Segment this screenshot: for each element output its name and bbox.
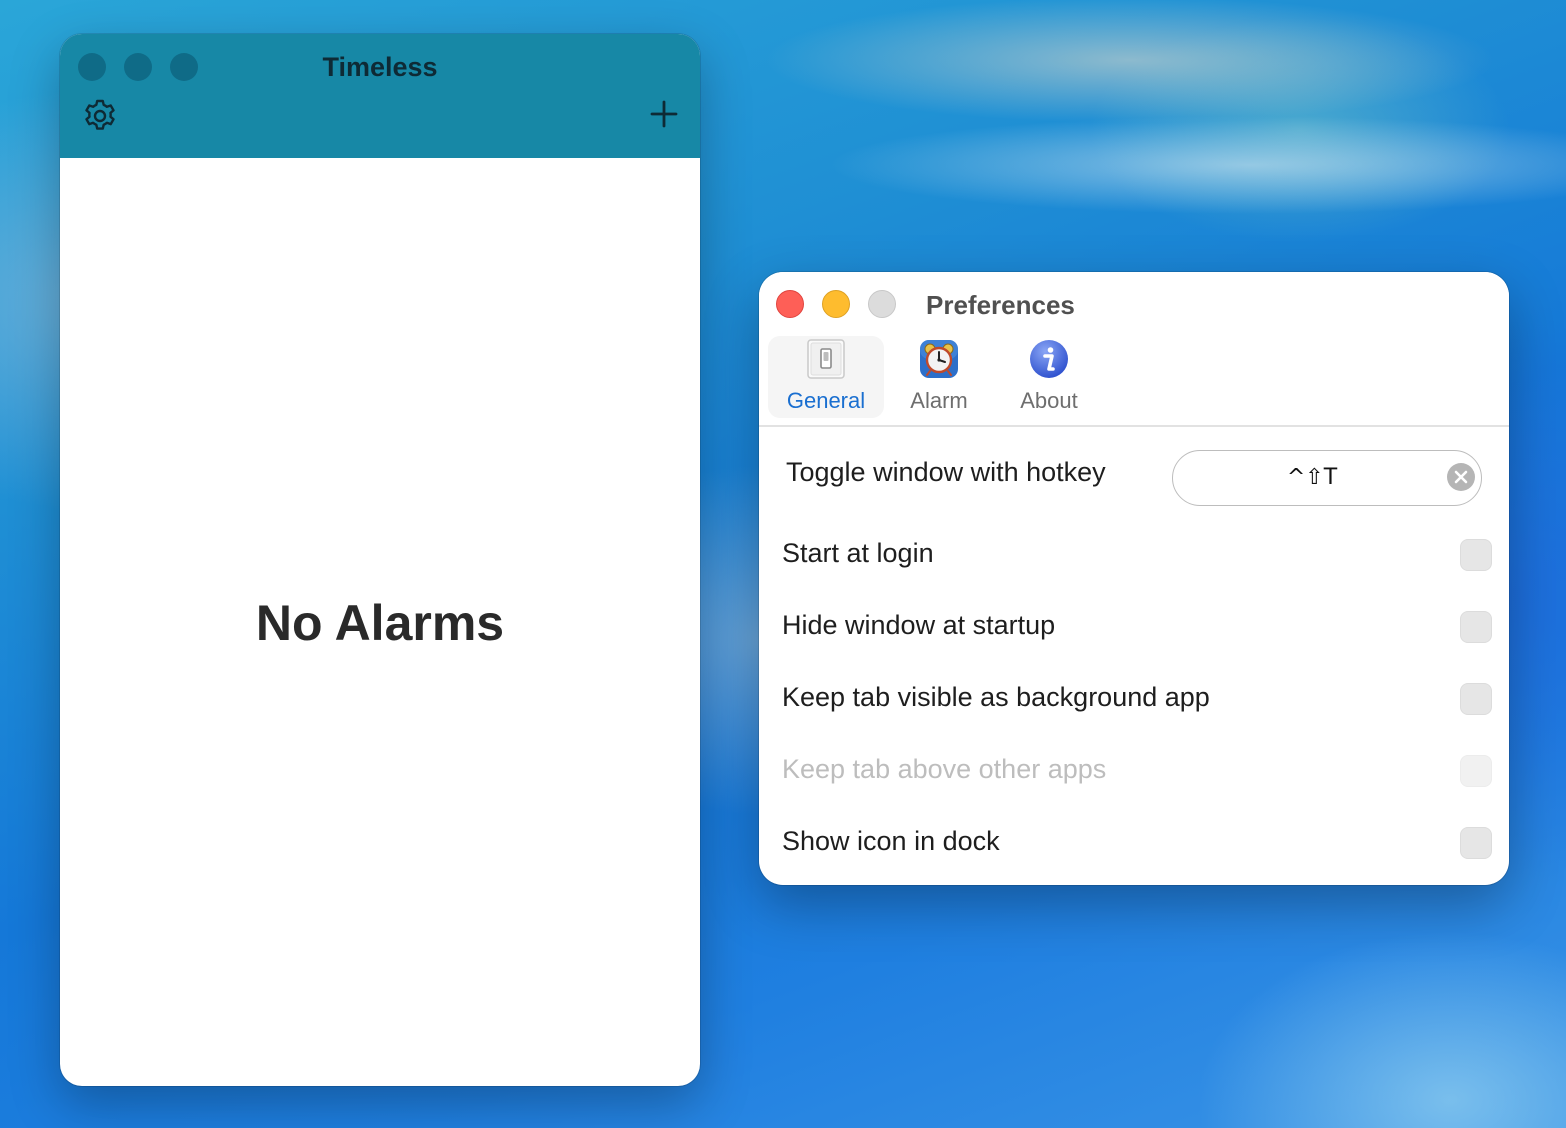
keep-tab-above-other-apps-checkbox <box>1460 755 1492 787</box>
timeless-window: Timeless No Alarms <box>60 34 700 1086</box>
gear-icon <box>85 99 115 130</box>
option-label: Keep tab above other apps <box>782 754 1107 784</box>
option-label: Hide window at startup <box>782 610 1056 640</box>
add-alarm-button[interactable] <box>644 94 684 134</box>
empty-state-message: No Alarms <box>255 595 505 651</box>
settings-button[interactable] <box>80 96 120 136</box>
hotkey-label: Toggle window with hotkey <box>786 457 1106 487</box>
alarm-clock-icon <box>920 340 958 378</box>
close-icon <box>1454 470 1468 484</box>
clear-hotkey-button[interactable] <box>1447 463 1475 491</box>
minimize-button[interactable] <box>822 290 850 318</box>
option-label: Show icon in dock <box>782 826 1000 856</box>
maximize-button[interactable] <box>868 290 896 318</box>
tab-label: General <box>786 388 866 413</box>
window-title: Timeless <box>322 52 438 82</box>
timeless-titlebar: Timeless <box>60 34 700 158</box>
option-keep-tab-visible: Keep tab visible as background app <box>782 674 1492 724</box>
tab-label: Alarm <box>910 388 968 413</box>
switch-icon <box>807 339 845 379</box>
option-start-at-login: Start at login <box>782 530 1492 580</box>
preferences-toolbar: Preferences General Alarm About <box>759 272 1509 427</box>
window-title: Preferences <box>926 290 1075 320</box>
keep-tab-visible-checkbox[interactable] <box>1460 683 1492 715</box>
tab-about[interactable]: About <box>999 336 1099 418</box>
show-icon-in-dock-checkbox[interactable] <box>1460 827 1492 859</box>
start-at-login-checkbox[interactable] <box>1460 539 1492 571</box>
plus-icon <box>650 100 678 128</box>
hotkey-recorder[interactable]: ^⇧T <box>1172 450 1482 506</box>
close-button[interactable] <box>776 290 804 318</box>
hotkey-row: Toggle window with hotkey ^⇧T <box>782 442 1492 506</box>
preferences-window: Preferences General Alarm About Toggle w… <box>759 272 1509 885</box>
hotkey-value: ^⇧T <box>1286 465 1338 490</box>
hide-window-at-startup-checkbox[interactable] <box>1460 611 1492 643</box>
option-keep-tab-above-other-apps: Keep tab above other apps <box>782 746 1492 796</box>
option-label: Start at login <box>782 538 934 568</box>
info-icon <box>1030 340 1068 378</box>
tab-alarm[interactable]: Alarm <box>891 336 987 418</box>
option-hide-window-at-startup: Hide window at startup <box>782 602 1492 652</box>
option-label: Keep tab visible as background app <box>782 682 1210 712</box>
tab-general[interactable]: General <box>768 336 884 418</box>
tab-label: About <box>1020 388 1078 413</box>
option-show-icon-in-dock: Show icon in dock <box>782 818 1492 868</box>
